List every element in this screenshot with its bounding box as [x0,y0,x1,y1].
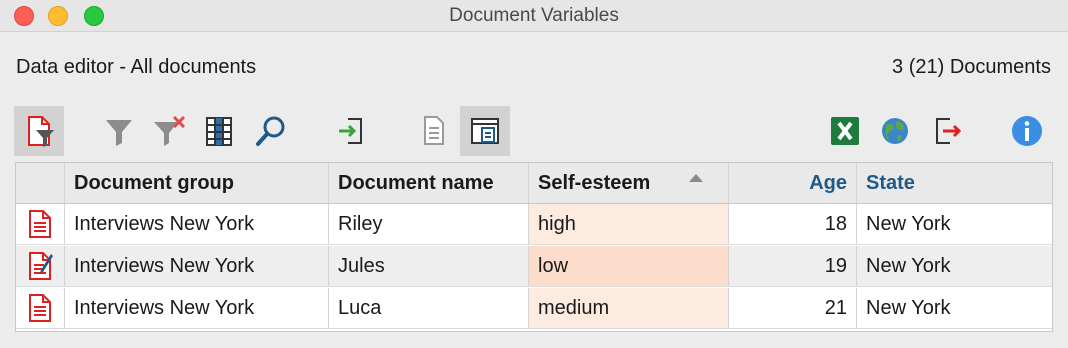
document-icon [16,204,65,244]
toolbar [0,104,1068,156]
filter-icon [106,120,132,146]
excel-export-button[interactable] [820,106,870,156]
web-icon [882,118,908,144]
search-icon [256,116,285,146]
import-button[interactable] [326,106,376,156]
header-self-esteem[interactable]: Self-esteem [529,163,729,203]
header-label: Age [809,171,847,194]
cell-self-esteem[interactable]: high [529,204,729,244]
cell-self-esteem[interactable]: low [529,246,729,286]
table-row[interactable]: Interviews New York Jules low 19 New Yor… [16,246,1052,287]
header-label: Self-esteem [538,171,651,194]
search-button[interactable] [246,106,296,156]
excel-icon [831,117,859,145]
cell-age[interactable]: 18 [729,204,857,244]
header-age[interactable]: Age [729,163,857,203]
cell-state[interactable]: New York [857,246,1052,286]
columns-button[interactable] [194,106,244,156]
table-header-row: Document group Document name Self-esteem… [16,163,1052,204]
document-memo-icon [16,246,65,286]
columns-icon [206,117,232,146]
variable-list-button[interactable] [460,106,510,156]
cell-age[interactable]: 21 [729,288,857,328]
filter-document-icon [28,116,54,147]
table-row[interactable]: Interviews New York Luca medium 21 New Y… [16,288,1052,329]
document-variables-table: Document group Document name Self-esteem… [15,162,1053,332]
cell-document-group[interactable]: Interviews New York [65,288,329,328]
cell-self-esteem[interactable]: medium [529,288,729,328]
variable-list-icon [471,118,499,144]
cell-document-name[interactable]: Jules [329,246,529,286]
document-icon [16,288,65,328]
header-label: Document name [338,171,494,194]
editor-subtitle: Data editor - All documents [16,56,257,78]
header-document-name[interactable]: Document name [329,163,529,203]
document-count: 3 (21) Documents [892,56,1051,78]
cell-state[interactable]: New York [857,204,1052,244]
info-button[interactable] [1002,106,1052,156]
window-title: Document Variables [449,5,619,26]
header-state[interactable]: State [857,163,1052,203]
web-export-button[interactable] [870,106,920,156]
clear-filter-icon [154,115,186,146]
table-row[interactable]: Interviews New York Riley high 18 New Yo… [16,204,1052,245]
list-view-icon [424,116,444,145]
header-document-group[interactable]: Document group [65,163,329,203]
cell-document-group[interactable]: Interviews New York [65,204,329,244]
info-icon [1012,116,1042,146]
list-view-button[interactable] [410,106,460,156]
import-icon [339,118,362,144]
export-icon [936,118,962,144]
filter-button[interactable] [94,106,144,156]
header-label: State [866,171,915,194]
sort-ascending-icon [689,174,703,182]
filter-document-button[interactable] [14,106,64,156]
cell-age[interactable]: 19 [729,246,857,286]
title-bar: Document Variables [0,0,1068,32]
cell-state[interactable]: New York [857,288,1052,328]
export-button[interactable] [922,106,972,156]
clear-filter-button[interactable] [144,106,194,156]
document-variables-window: Document Variables Data editor - All doc… [0,0,1068,348]
header-icon-column[interactable] [16,163,65,203]
header-label: Document group [74,171,234,194]
cell-document-name[interactable]: Riley [329,204,529,244]
cell-document-group[interactable]: Interviews New York [65,246,329,286]
cell-document-name[interactable]: Luca [329,288,529,328]
